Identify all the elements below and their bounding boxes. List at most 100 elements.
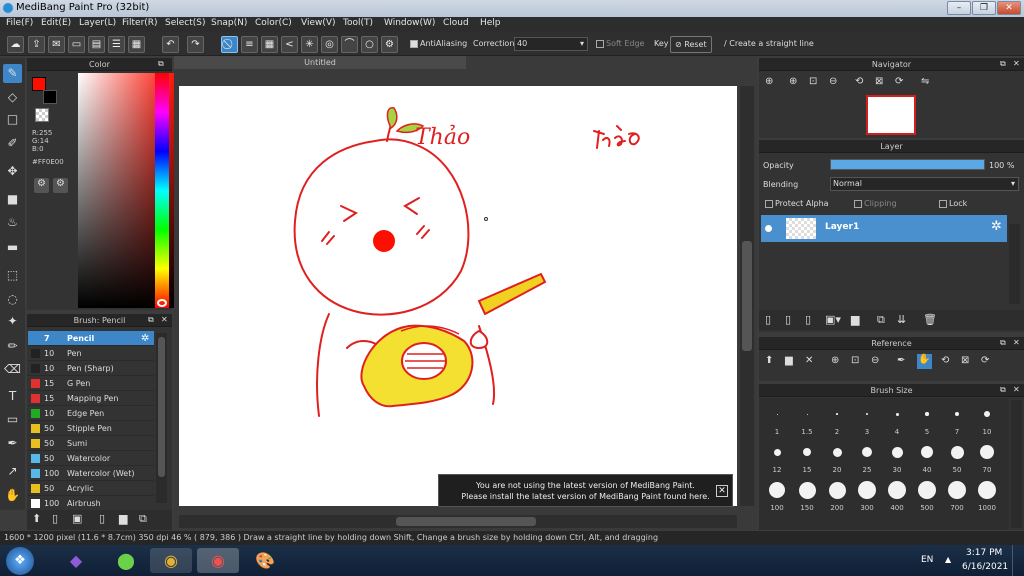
perspective-snap-icon[interactable]: < bbox=[281, 36, 298, 53]
document-tab[interactable]: Untitled bbox=[174, 56, 466, 69]
panel-close-icon[interactable]: ✕ bbox=[1013, 59, 1020, 68]
panel-popout-icon[interactable]: ⧉ bbox=[158, 59, 164, 69]
brush-settings-icon[interactable]: ✲ bbox=[141, 331, 149, 346]
tray-arrow-icon[interactable]: ▲ bbox=[945, 555, 951, 564]
zoom-in-icon[interactable]: ⊕ bbox=[765, 76, 773, 87]
cloud-icon[interactable]: ☁ bbox=[7, 36, 24, 53]
brush-size-option[interactable]: 20 bbox=[822, 444, 852, 474]
menu-snap[interactable]: Snap(N) bbox=[211, 18, 247, 28]
fit-window-icon[interactable]: ⊠ bbox=[875, 76, 883, 87]
select-eraser-icon[interactable]: ⌫ bbox=[3, 360, 22, 379]
brush-size-option[interactable]: 3 bbox=[852, 406, 882, 436]
share-icon[interactable]: ⇪ bbox=[28, 36, 45, 53]
fit-icon[interactable]: ⊡ bbox=[809, 76, 817, 87]
layer-scrollbar[interactable] bbox=[1009, 224, 1020, 304]
brush-size-option[interactable]: 1000 bbox=[972, 481, 1002, 512]
medibang-icon[interactable]: ◉ bbox=[197, 548, 239, 573]
hue-handle[interactable] bbox=[157, 299, 167, 307]
rotate-left-icon[interactable]: ⟲ bbox=[941, 355, 949, 366]
brush-size-option[interactable]: 12 bbox=[762, 444, 792, 474]
bucket-tool-icon[interactable]: ♨ bbox=[3, 213, 22, 232]
brush-size-option[interactable]: 2 bbox=[822, 406, 852, 436]
fit-icon[interactable]: ⊡ bbox=[851, 355, 859, 366]
rotate-left-icon[interactable]: ⟲ bbox=[855, 76, 863, 87]
brush-item[interactable]: 100 Watercolor (Wet) bbox=[28, 466, 154, 481]
duplicate-layer-icon[interactable]: ⧉ bbox=[877, 313, 885, 327]
panel-close-icon[interactable]: ✕ bbox=[161, 315, 168, 324]
menu-color[interactable]: Color(C) bbox=[255, 18, 292, 28]
zoom-out-icon[interactable]: ⊖ bbox=[871, 355, 879, 366]
brush-size-option[interactable]: 100 bbox=[762, 482, 792, 512]
undo-icon[interactable]: ↶ bbox=[162, 36, 179, 53]
brush-size-option[interactable]: 200 bbox=[822, 481, 852, 512]
frame-icon[interactable]: ▦ bbox=[128, 36, 145, 53]
curve-snap-icon[interactable]: ⌒ bbox=[341, 36, 358, 53]
menu-window[interactable]: Window(W) bbox=[384, 18, 435, 28]
duplicate-icon[interactable]: ⧉ bbox=[139, 512, 147, 526]
start-button-icon[interactable]: ❖ bbox=[6, 547, 34, 575]
magic-wand-icon[interactable]: ✦ bbox=[3, 312, 22, 331]
layer-settings-icon[interactable]: ✲ bbox=[991, 219, 1002, 234]
eyedropper-icon[interactable]: ✒ bbox=[897, 355, 905, 366]
clock-time[interactable]: 3:17 PM bbox=[966, 548, 1002, 558]
brush-list-scrollbar[interactable] bbox=[156, 333, 167, 503]
page-icon[interactable]: ▤ bbox=[88, 36, 105, 53]
clipping-checkbox[interactable]: Clipping bbox=[854, 199, 897, 208]
close-button[interactable]: ✕ bbox=[997, 1, 1021, 15]
upload-icon[interactable]: ⬆ bbox=[765, 355, 773, 366]
brush-size-option[interactable]: 500 bbox=[912, 481, 942, 512]
paint-icon[interactable]: 🎨 bbox=[244, 548, 286, 573]
panel-popout-icon[interactable]: ⧉ bbox=[148, 315, 154, 325]
add-brush-icon[interactable]: ⬆ bbox=[32, 512, 41, 525]
folder-icon[interactable]: ▆ bbox=[851, 313, 859, 326]
visibility-icon[interactable] bbox=[765, 225, 772, 232]
circle-snap-icon[interactable]: ○ bbox=[361, 36, 378, 53]
merge-layer-icon[interactable]: ⇊ bbox=[897, 313, 906, 326]
brush-item[interactable]: 10 Edge Pen bbox=[28, 406, 154, 421]
radial-snap-icon[interactable]: ✳ bbox=[301, 36, 318, 53]
reset-button[interactable]: ⊘ Reset bbox=[670, 36, 712, 53]
secondary-color-swatch[interactable] bbox=[43, 90, 57, 104]
select-tool-icon[interactable]: ⬚ bbox=[3, 266, 22, 285]
zoom-in-icon[interactable]: ⊕ bbox=[789, 76, 797, 87]
clock-date[interactable]: 6/16/2021 bbox=[962, 562, 1008, 572]
menu-layer[interactable]: Layer(L) bbox=[79, 18, 116, 28]
fit-window-icon[interactable]: ⊠ bbox=[961, 355, 969, 366]
menu-view[interactable]: View(V) bbox=[301, 18, 336, 28]
copy-brush-icon[interactable]: ▯ bbox=[99, 512, 105, 525]
concentric-snap-icon[interactable]: ◎ bbox=[321, 36, 338, 53]
brush-size-option[interactable]: 30 bbox=[882, 444, 912, 474]
brush-size-option[interactable]: 25 bbox=[852, 444, 882, 474]
brush-item[interactable]: 100 Airbrush bbox=[28, 496, 154, 511]
brush-size-option[interactable]: 1.5 bbox=[792, 406, 822, 436]
brush-item[interactable]: 50 Watercolor bbox=[28, 451, 154, 466]
palette-icon[interactable]: ⚙ bbox=[34, 178, 49, 193]
brush-tool-icon[interactable]: ✎ bbox=[3, 64, 22, 83]
brush-item[interactable]: 50 Acrylic bbox=[28, 481, 154, 496]
lock-checkbox[interactable]: Lock bbox=[939, 199, 967, 208]
brush-size-option[interactable]: 150 bbox=[792, 481, 822, 512]
maximize-button[interactable]: ❐ bbox=[972, 1, 996, 15]
menu-cloud[interactable]: Cloud bbox=[443, 18, 469, 28]
grid-snap-icon[interactable]: ▦ bbox=[261, 36, 278, 53]
brush-item[interactable]: 15 G Pen bbox=[28, 376, 154, 391]
menu-edit[interactable]: Edit(E) bbox=[41, 18, 71, 28]
panel-popout-icon[interactable]: ⧉ bbox=[1000, 385, 1006, 395]
trash-icon[interactable]: 🗑 bbox=[923, 313, 937, 326]
new-brush-icon[interactable]: ▯ bbox=[52, 512, 58, 525]
correction-select[interactable]: 40 ▾ bbox=[514, 37, 588, 51]
straight-line-button[interactable]: / Create a straight line bbox=[720, 36, 818, 53]
divide-tool-icon[interactable]: ▭ bbox=[3, 410, 22, 429]
chat-icon[interactable]: ▭ bbox=[68, 36, 85, 53]
navigator-thumbnail[interactable] bbox=[866, 95, 916, 135]
brush-item[interactable]: 15 Mapping Pen bbox=[28, 391, 154, 406]
flip-icon[interactable]: ⇋ bbox=[921, 76, 929, 87]
panel-popout-icon[interactable]: ⧉ bbox=[1000, 338, 1006, 348]
dot-tool-icon[interactable]: □ bbox=[3, 110, 22, 129]
parallel-snap-icon[interactable]: ≡ bbox=[241, 36, 258, 53]
operation-tool-icon[interactable]: ↗ bbox=[3, 462, 22, 481]
brush-size-option[interactable]: 50 bbox=[942, 444, 972, 474]
panel-close-icon[interactable]: ✕ bbox=[1013, 385, 1020, 394]
hand-icon[interactable]: ✋ bbox=[917, 354, 932, 369]
select-pen-icon[interactable]: ✏ bbox=[3, 337, 22, 356]
